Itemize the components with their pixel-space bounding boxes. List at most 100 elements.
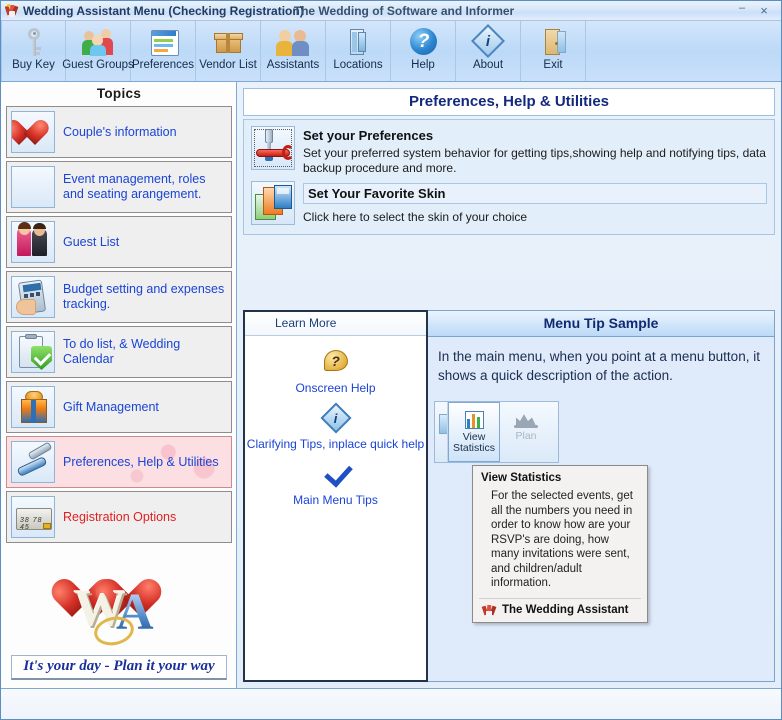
toolbar-button-help[interactable]: ? Help bbox=[391, 21, 456, 81]
toolbar-label: Vendor List bbox=[199, 59, 257, 71]
sidebar-item-label: Gift Management bbox=[63, 400, 159, 415]
toolbar-label: About bbox=[473, 59, 503, 71]
topics-sidebar: Topics Couple's information Event manage… bbox=[1, 82, 237, 688]
tools-icon bbox=[11, 441, 55, 483]
tooltip-body: For the selected events, get all the num… bbox=[473, 489, 647, 598]
sidebar-item-label: Preferences, Help & Utilities bbox=[63, 455, 219, 470]
key-icon bbox=[17, 26, 51, 58]
sidebar-item-preferences-help-utilities[interactable]: Preferences, Help & Utilities bbox=[6, 436, 232, 488]
tooltip-title: View Statistics bbox=[473, 471, 647, 489]
sidebar-item-gift-management[interactable]: Gift Management bbox=[6, 381, 232, 433]
lower-panels: Learn More ? Onscreen Help i bbox=[243, 310, 775, 688]
sidebar-item-label: Budget setting and expenses tracking. bbox=[63, 282, 227, 312]
toolbar-label: Locations bbox=[333, 59, 382, 71]
preference-row-favorite-skin[interactable]: Set Your Favorite Skin Click here to sel… bbox=[249, 180, 769, 229]
toolbar-button-preferences[interactable]: Preferences bbox=[131, 21, 196, 81]
page-title: Preferences, Help & Utilities bbox=[243, 88, 775, 116]
toolbar-button-exit[interactable]: Exit bbox=[521, 21, 586, 81]
door-icon bbox=[341, 26, 375, 58]
toolbar-label: Guest Groups bbox=[62, 59, 134, 71]
check-mark-icon bbox=[321, 462, 351, 490]
toolbar-label: Help bbox=[411, 59, 435, 71]
mini-toolbar-label: View Statistics bbox=[449, 432, 499, 454]
sample-mini-toolbar: View Statistics Plan bbox=[434, 401, 559, 463]
toolbar-button-locations[interactable]: Locations bbox=[326, 21, 391, 81]
minimize-button[interactable]: – bbox=[731, 0, 753, 21]
gift-icon bbox=[11, 386, 55, 428]
bar-chart-icon bbox=[461, 408, 487, 432]
couple-photo-icon bbox=[11, 221, 55, 263]
sample-tooltip: View Statistics For the selected events,… bbox=[472, 465, 648, 623]
clipboard-check-icon bbox=[11, 331, 55, 373]
sidebar-item-label: Couple's information bbox=[63, 125, 177, 140]
sidebar-item-todo-calendar[interactable]: To do list, & Wedding Calendar bbox=[6, 326, 232, 378]
learn-more-item-clarifying-tips[interactable]: i Clarifying Tips, inplace quick help bbox=[245, 406, 426, 451]
wedding-bouquet-icon bbox=[483, 604, 496, 617]
toolbar-button-buy-key[interactable]: Buy Key bbox=[1, 21, 66, 81]
menu-tip-sample-panel: Menu Tip Sample In the main menu, when y… bbox=[428, 310, 775, 682]
preference-description: Click here to select the skin of your ch… bbox=[303, 210, 767, 225]
wedding-assistant-logo-icon: W A bbox=[54, 577, 184, 651]
sidebar-item-label: To do list, & Wedding Calendar bbox=[63, 337, 227, 367]
window-subtitle: The Wedding of Software and Informer bbox=[294, 4, 514, 18]
sidebar-item-event-management[interactable]: Event management, roles and seating aran… bbox=[6, 161, 232, 213]
main-toolbar: Buy Key Guest Groups Preferences Ve bbox=[1, 21, 781, 82]
crown-icon bbox=[513, 407, 539, 431]
application-window: Wedding Assistant Menu (Checking Registr… bbox=[0, 0, 782, 720]
mini-toolbar-edge-icon bbox=[435, 402, 448, 462]
menu-tip-header: Menu Tip Sample bbox=[428, 311, 774, 337]
info-diamond-icon: i bbox=[471, 26, 505, 58]
box-icon bbox=[211, 26, 245, 58]
toolbar-label: Assistants bbox=[267, 59, 319, 71]
brand-tagline: It's your day - Plan it your way bbox=[11, 655, 227, 680]
sidebar-item-label: Registration Options bbox=[63, 510, 176, 525]
close-button[interactable]: × bbox=[753, 3, 775, 19]
preferences-panel: Set your Preferences Set your preferred … bbox=[243, 119, 775, 235]
calculator-icon bbox=[11, 276, 55, 318]
mini-toolbar-label: Plan bbox=[515, 431, 536, 442]
learn-more-item-main-menu-tips[interactable]: Main Menu Tips bbox=[245, 462, 426, 507]
sidebar-item-guest-list[interactable]: Guest List bbox=[6, 216, 232, 268]
sidebar-item-registration-options[interactable]: 38 78 45 Registration Options bbox=[6, 491, 232, 543]
toolbar-filler bbox=[586, 21, 781, 81]
toolbar-button-assistants[interactable]: Assistants bbox=[261, 21, 326, 81]
question-bubble-icon: ? bbox=[321, 350, 351, 378]
learn-more-panel: Learn More ? Onscreen Help i bbox=[243, 310, 428, 682]
tooltip-footer-label: The Wedding Assistant bbox=[502, 604, 629, 616]
skins-icon bbox=[251, 181, 295, 225]
title-bar: Wedding Assistant Menu (Checking Registr… bbox=[1, 1, 781, 21]
toolbar-label: Preferences bbox=[132, 59, 194, 71]
window-settings-icon bbox=[146, 26, 180, 58]
learn-more-item-onscreen-help[interactable]: ? Onscreen Help bbox=[245, 350, 426, 395]
exit-door-icon bbox=[536, 26, 570, 58]
sidebar-item-label: Guest List bbox=[63, 235, 119, 250]
menu-tip-text: In the main menu, when you point at a me… bbox=[438, 347, 764, 385]
window-controls: – × bbox=[731, 0, 781, 21]
preference-row-set-preferences[interactable]: Set your Preferences Set your preferred … bbox=[249, 125, 769, 180]
topics-header: Topics bbox=[6, 82, 232, 106]
preference-heading: Set your Preferences bbox=[303, 128, 767, 143]
mini-toolbar-button-view-statistics[interactable]: View Statistics bbox=[448, 402, 500, 462]
info-diamond-icon: i bbox=[321, 406, 351, 434]
status-bar bbox=[1, 688, 781, 719]
sidebar-item-couples-information[interactable]: Couple's information bbox=[6, 106, 232, 158]
preference-heading: Set Your Favorite Skin bbox=[303, 183, 767, 204]
mini-toolbar-button-plan[interactable]: Plan bbox=[500, 402, 552, 462]
wedding-bouquet-icon bbox=[5, 4, 19, 18]
toolbar-button-about[interactable]: i About bbox=[456, 21, 521, 81]
window-title: Wedding Assistant Menu (Checking Registr… bbox=[23, 4, 304, 18]
toolbar-label: Buy Key bbox=[12, 59, 55, 71]
toolbar-button-vendor-list[interactable]: Vendor List bbox=[196, 21, 261, 81]
brand-logo-area: W A It's your day - Plan it your way bbox=[6, 571, 232, 688]
question-circle-icon: ? bbox=[406, 26, 440, 58]
sidebar-item-budget-setting[interactable]: Budget setting and expenses tracking. bbox=[6, 271, 232, 323]
learn-more-label: Onscreen Help bbox=[295, 381, 375, 395]
learn-more-label: Clarifying Tips, inplace quick help bbox=[247, 437, 424, 451]
tooltip-footer: The Wedding Assistant bbox=[473, 599, 647, 622]
menu-tip-body: In the main menu, when you point at a me… bbox=[428, 337, 774, 681]
toolbar-label: Exit bbox=[543, 59, 562, 71]
heart-icon bbox=[11, 111, 55, 153]
toolbar-button-guest-groups[interactable]: Guest Groups bbox=[66, 21, 131, 81]
content-area: Preferences, Help & Utilities Set your P… bbox=[237, 82, 781, 688]
window-body: Topics Couple's information Event manage… bbox=[1, 82, 781, 688]
